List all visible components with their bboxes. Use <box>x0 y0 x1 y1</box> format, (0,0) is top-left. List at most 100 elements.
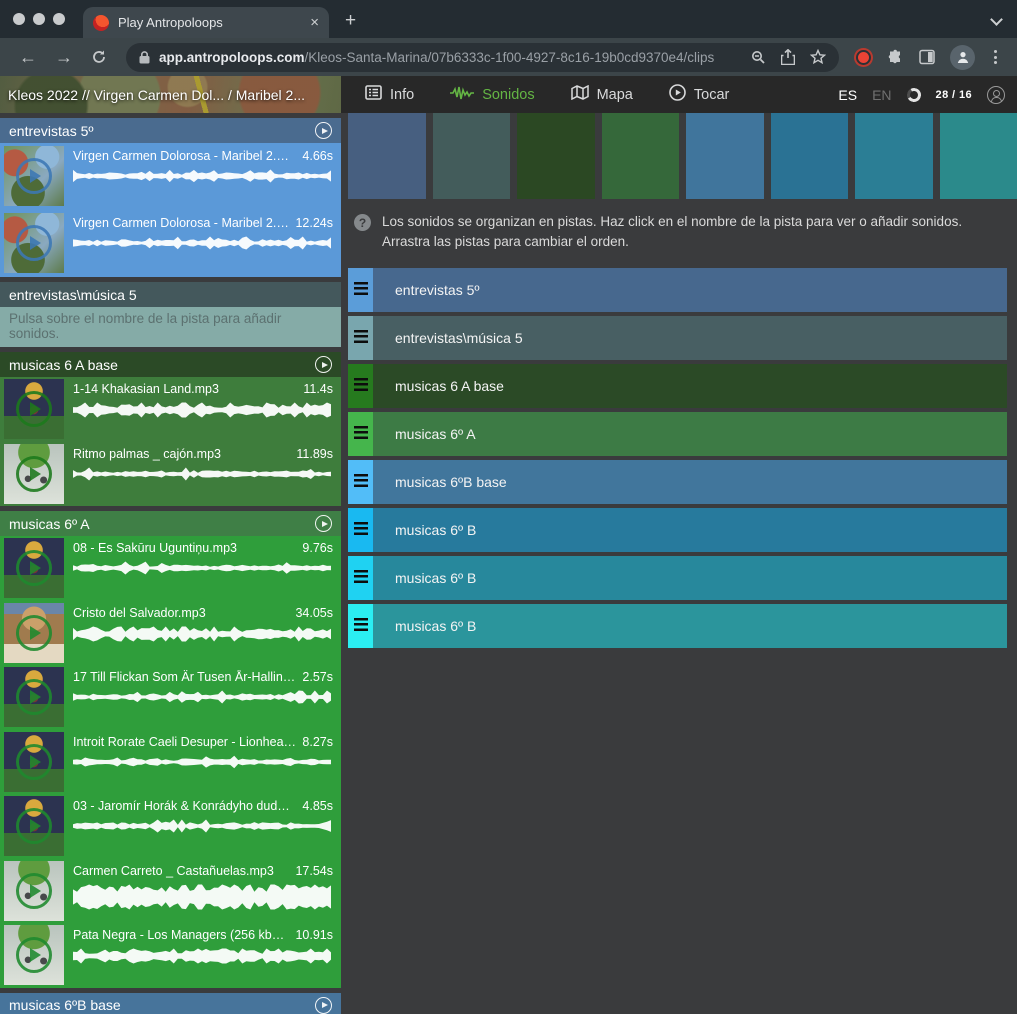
clip-row[interactable]: Virgen Carmen Dolorosa - Maribel 2.mp34.… <box>0 143 341 210</box>
url-path: /Kleos-Santa-Marina/07b6333c-1f00-4927-8… <box>305 50 715 65</box>
drag-handle[interactable] <box>348 604 373 648</box>
play-circle-icon <box>16 937 52 973</box>
clip-row[interactable]: Carmen Carreto _ Castañuelas.mp317.54s <box>0 859 341 924</box>
language-es-button[interactable]: ES <box>838 87 857 103</box>
nav-tab-label: Info <box>390 87 414 103</box>
track-color-swatch[interactable] <box>771 113 849 199</box>
recording-indicator-icon[interactable] <box>858 52 869 63</box>
track-row[interactable]: musicas 6º B <box>348 556 1007 600</box>
nav-tab-sonidos[interactable]: Sonidos <box>450 86 534 104</box>
clip-body: Pata Negra - Los Managers (256 kbps).mp3… <box>73 925 333 964</box>
clip-row[interactable]: 1-14 Khakasian Land.mp311.4s <box>0 377 341 442</box>
site-favicon <box>93 15 109 31</box>
close-window-button[interactable] <box>13 13 25 25</box>
track-row[interactable]: entrevistas 5º <box>348 268 1007 312</box>
track-color-swatch[interactable] <box>855 113 933 199</box>
breadcrumb[interactable]: Kleos 2022 // Virgen Carmen Dol... / Mar… <box>8 87 305 103</box>
track-name-button[interactable]: entrevistas\música 5 <box>373 316 1007 360</box>
track-name-button[interactable]: musicas 6ºB base <box>373 460 1007 504</box>
window-controls[interactable] <box>0 0 83 38</box>
nav-tab-tocar[interactable]: Tocar <box>669 84 729 105</box>
drag-handle[interactable] <box>348 412 373 456</box>
clip-play-button[interactable] <box>4 861 64 921</box>
clip-thumbnail <box>4 861 64 921</box>
track-name-button[interactable]: musicas 6º B <box>373 508 1007 552</box>
clip-play-button[interactable] <box>4 796 64 856</box>
drag-handle[interactable] <box>348 460 373 504</box>
profile-avatar[interactable] <box>950 45 975 70</box>
reload-button[interactable] <box>82 49 116 65</box>
track-row[interactable]: musicas 6 A base <box>348 364 1007 408</box>
address-bar[interactable]: app.antropoloops.com/Kleos-Santa-Marina/… <box>126 43 839 72</box>
minimize-window-button[interactable] <box>33 13 45 25</box>
section-header-button[interactable]: musicas 6 A base <box>0 352 341 377</box>
clip-row[interactable]: 08 - Es Sakūru Uguntiņu.mp39.76s <box>0 536 341 601</box>
section-play-button[interactable] <box>315 997 332 1014</box>
track-color-swatch[interactable] <box>940 113 1017 199</box>
nav-tab-mapa[interactable]: Mapa <box>571 85 633 104</box>
clip-row[interactable]: Cristo del Salvador.mp334.05s <box>0 601 341 666</box>
section-header-button[interactable]: entrevistas\música 5 <box>0 282 341 307</box>
track-row[interactable]: musicas 6º B <box>348 604 1007 648</box>
track-color-swatch[interactable] <box>686 113 764 199</box>
clip-row[interactable]: Virgen Carmen Dolorosa - Maribel 2.mp312… <box>0 210 341 277</box>
section-play-button[interactable] <box>315 515 332 532</box>
clip-play-button[interactable] <box>4 603 64 663</box>
track-color-swatch[interactable] <box>433 113 511 199</box>
clip-play-button[interactable] <box>4 732 64 792</box>
account-icon[interactable] <box>987 86 1005 104</box>
track-name-button[interactable]: musicas 6 A base <box>373 364 1007 408</box>
clip-row[interactable]: Pata Negra - Los Managers (256 kbps).mp3… <box>0 923 341 988</box>
clip-play-button[interactable] <box>4 444 64 504</box>
drag-handle[interactable] <box>348 556 373 600</box>
track-row[interactable]: musicas 6º B <box>348 508 1007 552</box>
track-name-button[interactable]: musicas 6º A <box>373 412 1007 456</box>
track-name-button[interactable]: entrevistas 5º <box>373 268 1007 312</box>
close-tab-icon[interactable]: × <box>310 15 319 30</box>
share-icon[interactable] <box>781 49 795 65</box>
zoom-icon[interactable] <box>751 50 766 65</box>
clip-row[interactable]: Introit Rorate Caeli Desuper - Lionheart… <box>0 730 341 795</box>
track-color-swatch[interactable] <box>602 113 680 199</box>
track-label: musicas 6º B <box>395 522 476 538</box>
forward-button[interactable]: → <box>46 47 82 68</box>
section-header-button[interactable]: musicas 6ºB base <box>0 993 341 1014</box>
clip-play-button[interactable] <box>4 146 64 206</box>
browser-tab[interactable]: Play Antropoloops × <box>83 7 329 38</box>
track-row[interactable]: entrevistas\música 5 <box>348 316 1007 360</box>
track-name-button[interactable]: musicas 6º B <box>373 556 1007 600</box>
clip-row[interactable]: 03 - Jaromír Horák & Konrádyho dudácká .… <box>0 794 341 859</box>
clip-body: 08 - Es Sakūru Uguntiņu.mp39.76s <box>73 538 333 575</box>
drag-handle[interactable] <box>348 364 373 408</box>
clip-play-button[interactable] <box>4 213 64 273</box>
extensions-puzzle-icon[interactable] <box>887 49 904 66</box>
side-panel-icon[interactable] <box>919 49 935 65</box>
tab-search-chevron-icon[interactable] <box>990 13 1003 26</box>
track-color-swatch[interactable] <box>348 113 426 199</box>
track-color-swatch[interactable] <box>517 113 595 199</box>
back-button[interactable]: ← <box>10 47 46 68</box>
section-header-button[interactable]: entrevistas 5º <box>0 118 341 143</box>
clip-play-button[interactable] <box>4 667 64 727</box>
section-header-button[interactable]: musicas 6º A <box>0 511 341 536</box>
drag-handle[interactable] <box>348 316 373 360</box>
new-tab-button[interactable]: + <box>345 10 356 32</box>
drag-handle[interactable] <box>348 268 373 312</box>
bookmark-star-icon[interactable] <box>810 49 826 65</box>
track-row[interactable]: musicas 6º A <box>348 412 1007 456</box>
clip-play-button[interactable] <box>4 925 64 985</box>
zoom-window-button[interactable] <box>53 13 65 25</box>
nav-tab-info[interactable]: Info <box>365 85 414 104</box>
track-row[interactable]: musicas 6ºB base <box>348 460 1007 504</box>
track-name-button[interactable]: musicas 6º B <box>373 604 1007 648</box>
drag-handle[interactable] <box>348 508 373 552</box>
clip-row[interactable]: Ritmo palmas _ cajón.mp311.89s <box>0 442 341 507</box>
section-play-button[interactable] <box>315 122 332 139</box>
language-en-button[interactable]: EN <box>872 87 891 103</box>
clip-play-button[interactable] <box>4 379 64 439</box>
browser-menu-icon[interactable] <box>990 50 1001 64</box>
clip-play-button[interactable] <box>4 538 64 598</box>
section-play-button[interactable] <box>315 356 332 373</box>
clip-row[interactable]: 17 Till Flickan Som Är Tusen År-Halling … <box>0 665 341 730</box>
map-thumbnail-header[interactable]: Kleos 2022 // Virgen Carmen Dol... / Mar… <box>0 76 341 113</box>
